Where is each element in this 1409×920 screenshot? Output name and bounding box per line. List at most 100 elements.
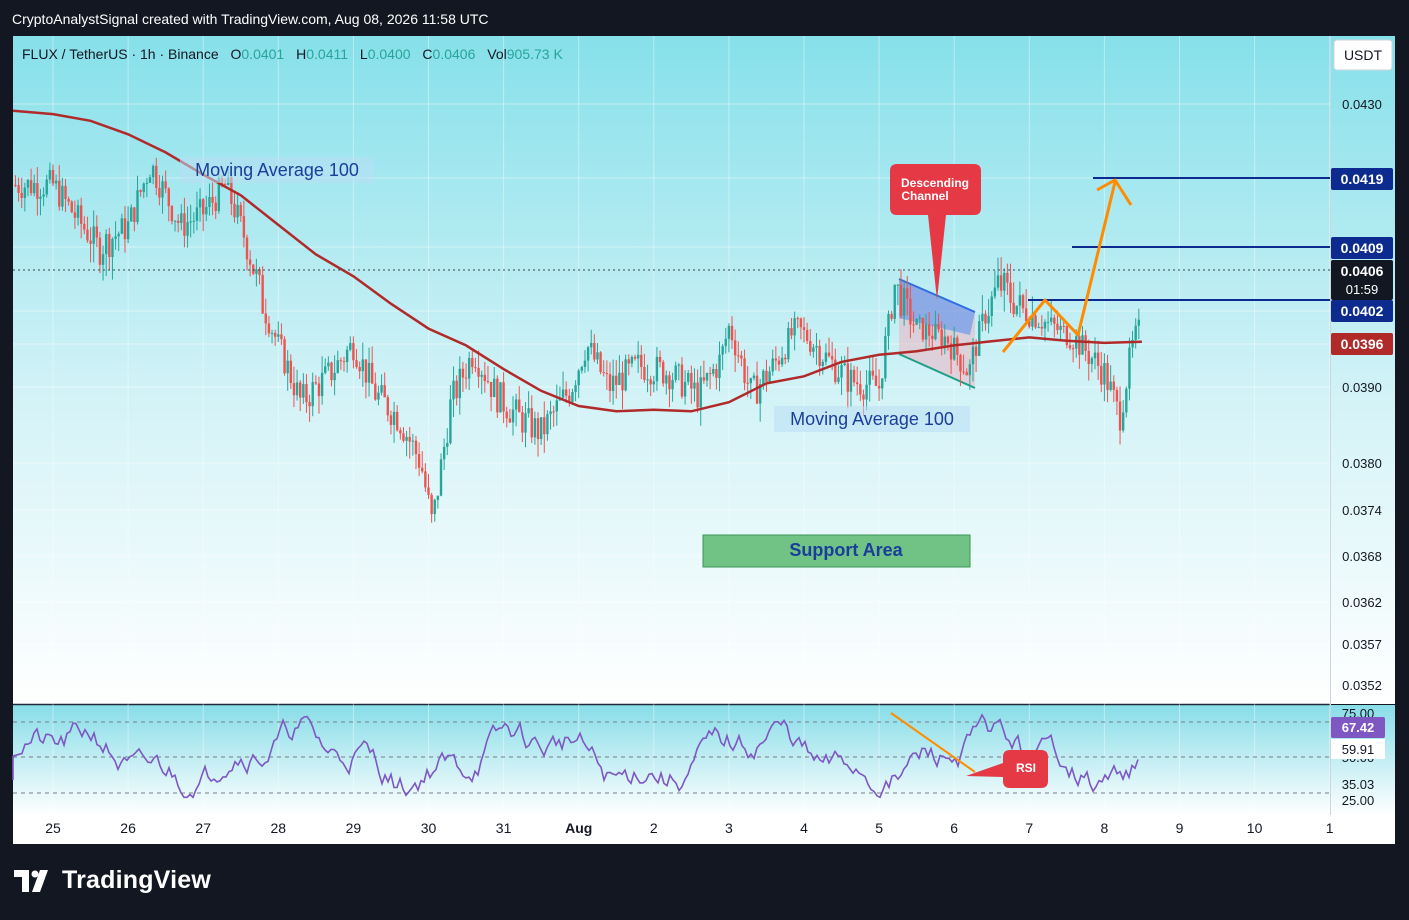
candle-body xyxy=(202,199,205,215)
candle-body xyxy=(762,370,765,384)
candle-body xyxy=(314,382,318,384)
time-tick-label: Aug xyxy=(565,820,592,836)
candle-body xyxy=(771,358,774,372)
candle-body xyxy=(292,383,296,396)
candle-body xyxy=(361,359,364,372)
candle-body xyxy=(173,220,177,222)
candle-body xyxy=(117,233,120,237)
candle-body xyxy=(92,226,95,244)
candle-body xyxy=(809,340,812,352)
candle-body xyxy=(1103,363,1106,385)
candle-body xyxy=(311,382,314,407)
candle-body xyxy=(51,170,55,184)
price-chart[interactable]: Support Area Moving Average 100 Moving A… xyxy=(0,0,1409,920)
candle-body xyxy=(705,373,709,381)
candle-body xyxy=(815,345,818,348)
candle-body xyxy=(1006,272,1009,283)
candle-body xyxy=(590,342,593,348)
candle-body xyxy=(859,384,862,395)
candle-body xyxy=(345,349,349,363)
candle-body xyxy=(277,334,280,337)
time-tick-label: 25 xyxy=(45,820,61,836)
candle-body xyxy=(289,360,293,384)
candle-body xyxy=(884,335,887,379)
candle-body xyxy=(661,362,665,384)
candle-body xyxy=(830,356,834,360)
candle-body xyxy=(931,335,934,340)
candle-body xyxy=(749,378,753,384)
candle-body xyxy=(533,418,537,438)
candle-body xyxy=(605,373,609,375)
candle-body xyxy=(1128,347,1131,389)
candle-up xyxy=(915,318,918,326)
candle-body xyxy=(408,436,411,442)
candle-body xyxy=(555,400,558,412)
candle-body xyxy=(505,411,508,419)
candle-body xyxy=(937,323,940,330)
candle-body xyxy=(467,358,471,379)
candle-body xyxy=(718,354,721,378)
candle-body xyxy=(242,216,246,238)
candle-body xyxy=(624,359,627,391)
candle-body xyxy=(436,495,440,500)
candle-down xyxy=(70,200,73,214)
candle-body xyxy=(198,199,202,208)
candle-body xyxy=(189,221,192,223)
candle-body xyxy=(64,185,67,199)
price-tag-0409: 0.0409 xyxy=(1341,240,1384,256)
candle-body xyxy=(827,352,831,357)
candle-body xyxy=(799,318,803,328)
candle-body xyxy=(777,360,781,365)
candle-body xyxy=(906,288,909,299)
candle-body xyxy=(1118,401,1122,431)
price-tag-ma-0396: 0.0396 xyxy=(1341,336,1384,352)
candle-body xyxy=(643,367,646,380)
candle-body xyxy=(133,207,136,223)
candle-body xyxy=(95,226,99,238)
candle-body xyxy=(1125,388,1128,413)
candle-body xyxy=(780,357,784,365)
candle-down xyxy=(496,375,499,418)
candle-body xyxy=(176,220,180,224)
candle-body xyxy=(383,385,386,398)
candle-body xyxy=(208,197,211,207)
candle-body xyxy=(580,366,584,371)
candle-body xyxy=(946,336,950,344)
candle-body xyxy=(417,454,421,468)
candle-body xyxy=(918,317,921,319)
candle-body xyxy=(530,408,533,438)
candle-body xyxy=(874,375,878,386)
ma-label-top: Moving Average 100 xyxy=(180,157,374,183)
time-axis-strip[interactable] xyxy=(13,815,1395,844)
time-tick-label: 4 xyxy=(800,820,808,836)
candle-body xyxy=(840,365,843,378)
candle-body xyxy=(433,499,436,515)
currency-button[interactable]: USDT xyxy=(1333,39,1393,71)
time-tick-label: 31 xyxy=(496,820,512,836)
candle-body xyxy=(818,345,821,366)
candle-body xyxy=(414,440,418,455)
time-tick-label: 1 xyxy=(1326,820,1334,836)
candle-body xyxy=(136,190,139,223)
candle-body xyxy=(317,383,321,397)
candle-body xyxy=(33,183,36,194)
tradingview-wordmark: TradingView xyxy=(62,866,212,894)
candle-body xyxy=(355,360,358,367)
candle-body xyxy=(868,370,871,385)
candle-body xyxy=(787,328,790,360)
candle-body xyxy=(104,234,108,255)
candle-body xyxy=(981,313,984,322)
candle-body xyxy=(17,185,20,193)
candle-body xyxy=(1081,335,1084,355)
candle-body xyxy=(195,207,199,221)
candle-body xyxy=(912,324,915,326)
candle-body xyxy=(461,368,465,378)
candle-body xyxy=(327,362,330,367)
candle-body xyxy=(971,346,975,365)
candle-body xyxy=(130,207,133,222)
tradingview-logo[interactable]: TradingView xyxy=(14,866,211,895)
candle-body xyxy=(640,354,643,368)
candle-body xyxy=(1024,308,1028,322)
candle-body xyxy=(295,382,299,396)
candle-body xyxy=(299,382,302,398)
